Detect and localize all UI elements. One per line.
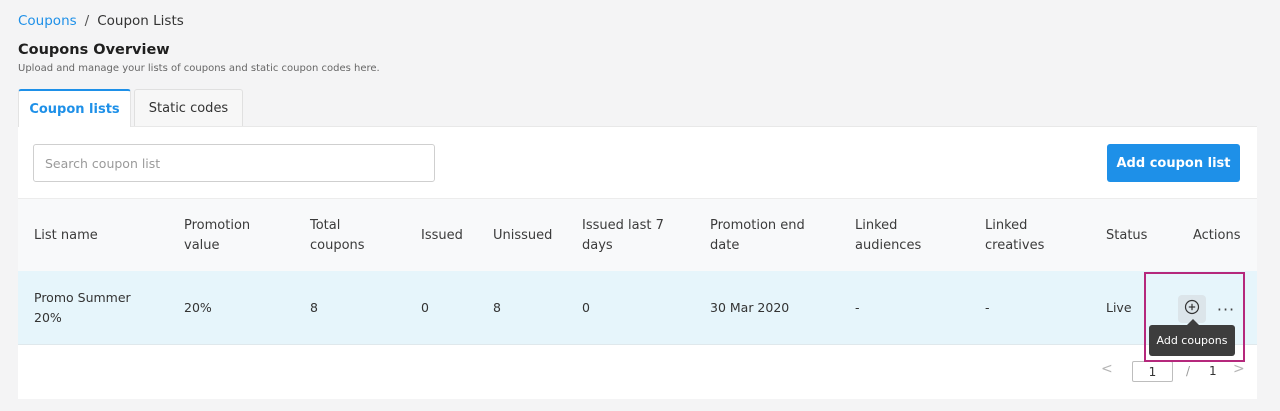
cell-issued-last-7-days: 0 [582, 299, 590, 315]
pagination-next-button[interactable]: > [1233, 361, 1245, 377]
add-coupons-tooltip: Add coupons [1149, 325, 1235, 356]
cell-total-coupons: 8 [310, 299, 318, 315]
tab-static-codes[interactable]: Static codes [134, 89, 243, 127]
pagination-page-input[interactable] [1132, 361, 1173, 382]
breadcrumb-current: Coupon Lists [97, 13, 184, 29]
more-actions-button[interactable]: ··· [1214, 295, 1238, 323]
page-title: Coupons Overview [18, 42, 170, 58]
col-header-actions: Actions [1193, 227, 1241, 243]
col-header-total-coupons[interactable]: Total coupons [310, 199, 390, 272]
breadcrumb: Coupons / Coupon Lists [18, 13, 184, 29]
col-header-status[interactable]: Status [1106, 199, 1166, 272]
col-header-issued-last-7-days[interactable]: Issued last 7 days [582, 199, 692, 272]
add-coupon-list-button[interactable]: Add coupon list [1107, 144, 1240, 182]
col-header-linked-audiences[interactable]: Linked audiences [855, 199, 955, 272]
col-header-promotion-value[interactable]: Promotion value [184, 199, 284, 272]
cell-issued: 0 [421, 299, 429, 315]
cell-unissued: 8 [493, 299, 501, 315]
breadcrumb-separator: / [84, 13, 90, 29]
pagination-separator: / [1186, 364, 1191, 378]
pagination-prev-button[interactable]: < [1101, 361, 1113, 377]
more-horizontal-icon: ··· [1216, 299, 1236, 319]
cell-list-name[interactable]: Promo Summer 20% [34, 271, 154, 344]
page-subtitle: Upload and manage your lists of coupons … [18, 63, 380, 74]
tab-coupon-lists[interactable]: Coupon lists [18, 89, 131, 127]
table-header: List name Promotion value Total coupons … [18, 198, 1257, 273]
col-header-unissued[interactable]: Unissued [493, 199, 573, 272]
cell-linked-creatives: - [985, 299, 990, 315]
table-row[interactable]: Promo Summer 20% 20% 8 0 8 0 30 Mar 2020… [18, 271, 1257, 345]
cell-promotion-value: 20% [184, 299, 212, 315]
plus-circle-icon [1184, 299, 1200, 319]
col-header-linked-creatives[interactable]: Linked creatives [985, 199, 1085, 272]
breadcrumb-coupons-link[interactable]: Coupons [18, 13, 77, 29]
col-header-list-name[interactable]: List name [34, 199, 154, 272]
coupon-lists-panel: Add coupon list List name Promotion valu… [18, 126, 1257, 399]
pagination-total-pages: 1 [1209, 364, 1217, 378]
col-header-issued[interactable]: Issued [421, 199, 481, 272]
cell-promotion-end-date: 30 Mar 2020 [710, 299, 790, 315]
cell-linked-audiences: - [855, 299, 860, 315]
col-header-promotion-end-date[interactable]: Promotion end date [710, 199, 830, 272]
search-input[interactable] [33, 144, 435, 182]
